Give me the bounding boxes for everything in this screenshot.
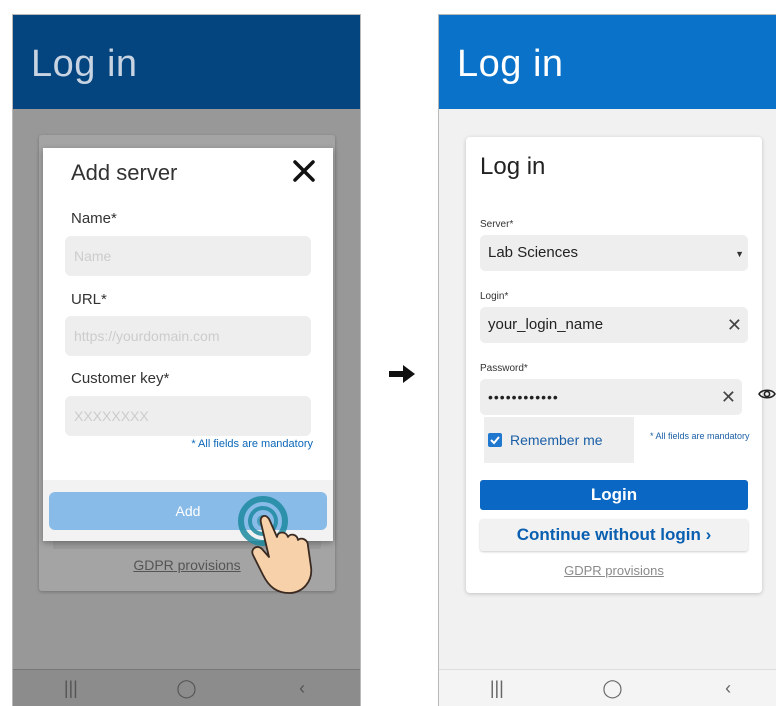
recents-button[interactable]: ||| [46,678,96,699]
home-button[interactable]: ◯ [161,678,211,699]
gdpr-link[interactable]: GDPR provisions [466,563,762,578]
server-value: Lab Sciences [488,244,579,261]
main-content: Log in Server* Lab Sciences ▼ Login* you… [439,109,776,670]
right-phone-screen: Log in Log in Server* Lab Sciences ▼ Log… [438,14,776,706]
page-title: Log in [31,43,138,85]
login-button[interactable]: Login [480,480,748,510]
chevron-down-icon: ▼ [735,249,744,259]
password-value: •••••••••••• [488,389,559,405]
name-input[interactable]: Name [65,236,311,276]
page-title: Log in [457,43,564,85]
login-input[interactable]: your_login_name ✕ [480,307,748,343]
customer-key-label: Customer key* [71,370,170,387]
customer-key-input[interactable]: XXXXXXXX [65,396,311,436]
back-button[interactable]: ‹ [703,678,753,699]
back-button[interactable]: ‹ [277,678,327,699]
app-bar: Log in [13,15,360,109]
mandatory-note: * All fields are mandatory [191,438,313,450]
app-bar: Log in [439,15,776,109]
left-phone-screen: Log in GDPR provisions Add server Name* … [12,14,361,706]
name-label: Name* [71,210,117,227]
remember-me-label: Remember me [510,432,603,448]
login-label: Login* [480,291,509,302]
eye-icon[interactable] [758,387,776,401]
url-input[interactable]: https://yourdomain.com [65,316,311,356]
server-label: Server* [480,219,514,230]
password-label: Password* [480,363,528,374]
right-arrow-icon [389,365,415,383]
mandatory-note: * All fields are mandatory [650,431,750,441]
password-input[interactable]: •••••••••••• ✕ [480,379,742,415]
tap-hand-icon [238,496,313,594]
clear-icon[interactable]: ✕ [727,307,742,343]
home-button[interactable]: ◯ [587,678,637,699]
recents-button[interactable]: ||| [472,678,522,699]
clear-icon[interactable]: ✕ [721,379,736,415]
url-label: URL* [71,291,107,308]
checkbox[interactable] [488,433,502,447]
server-select[interactable]: Lab Sciences ▼ [480,235,748,271]
system-nav-bar: ||| ◯ ‹ [13,669,360,706]
system-nav-bar: ||| ◯ ‹ [439,669,776,706]
add-server-dialog: Add server Name* Name URL* https://yourd… [43,148,333,541]
close-icon[interactable] [289,158,319,188]
continue-without-login-button[interactable]: Continue without login › [480,519,748,551]
remember-me-toggle[interactable]: Remember me [484,417,634,463]
login-card: Log in Server* Lab Sciences ▼ Login* you… [466,137,776,593]
dimmed-content: GDPR provisions Add server Name* Name UR… [13,109,360,670]
dialog-title: Add server [71,160,178,185]
login-value: your_login_name [488,316,604,333]
login-card-title: Log in [480,153,546,180]
